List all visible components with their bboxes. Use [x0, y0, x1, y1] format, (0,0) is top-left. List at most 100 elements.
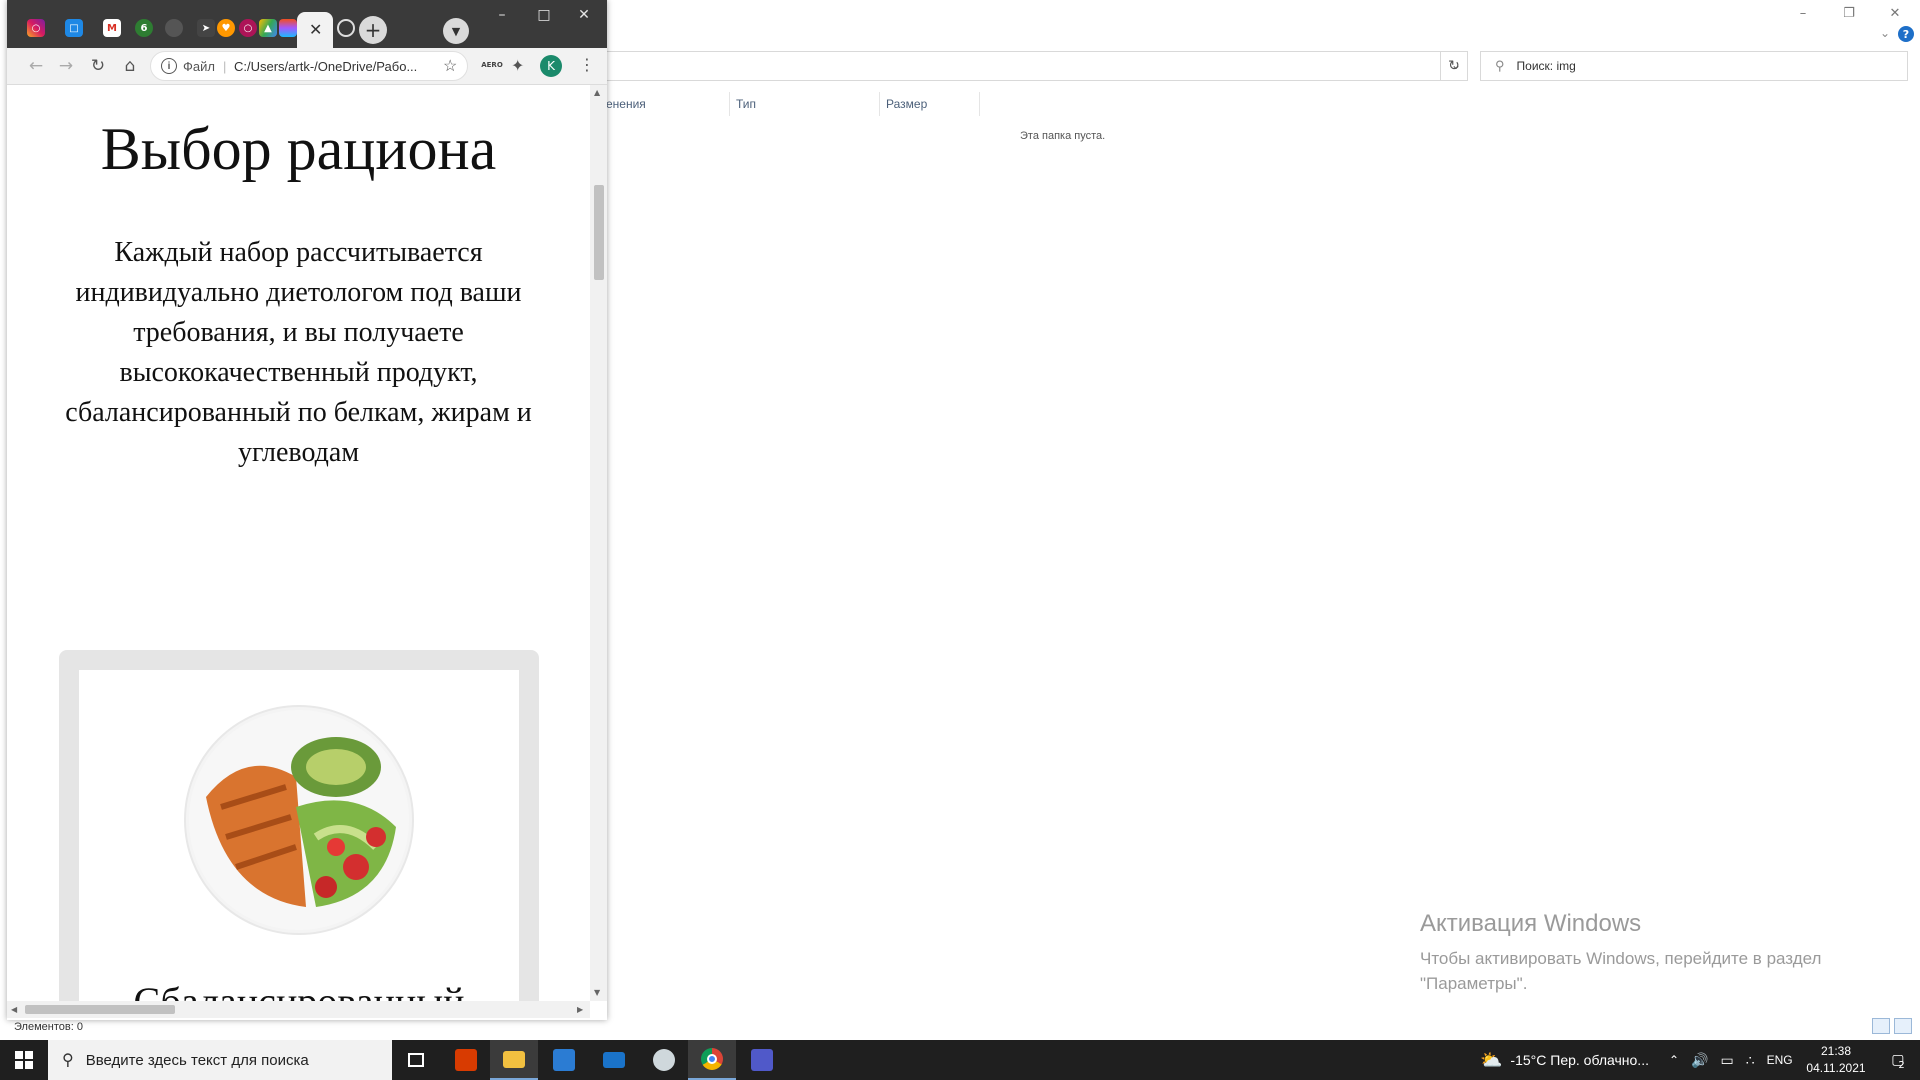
view-switcher: [1872, 1018, 1912, 1034]
page-description: Каждый набор рассчитывается индивидуальн…: [65, 237, 532, 468]
language-indicator[interactable]: ENG: [1767, 1053, 1793, 1067]
extension-aero-icon[interactable]: AERO: [481, 59, 503, 71]
chrome-app-button[interactable]: [688, 1040, 736, 1080]
teams-icon: [751, 1049, 773, 1071]
scroll-down-icon[interactable]: ▼: [594, 988, 600, 997]
scroll-up-icon[interactable]: ▲: [594, 88, 600, 97]
speaker-icon[interactable]: 🔊: [1691, 1052, 1708, 1069]
empty-folder-message: Эта папка пуста.: [1020, 130, 1106, 142]
task-view-button[interactable]: [392, 1040, 440, 1080]
windows-logo-icon: [15, 1051, 33, 1069]
system-tray: ⛅ -15°C Пер. облачно... ⌃ 🔊 ▭ ∴ ENG: [1480, 1040, 1793, 1080]
profile-avatar[interactable]: K: [540, 55, 562, 77]
store-app-button[interactable]: [540, 1040, 588, 1080]
tab-search-button[interactable]: ▼: [443, 18, 469, 44]
windows-taskbar: ⚲ Введите здесь текст для поиска ⛅ -15°C…: [0, 1040, 1920, 1080]
scroll-right-icon[interactable]: ▶: [577, 1005, 583, 1014]
tab-github-icon[interactable]: [337, 19, 355, 37]
back-button[interactable]: ←: [23, 53, 49, 79]
vertical-scrollbar[interactable]: ▲ ▼: [590, 85, 607, 1001]
column-header-type[interactable]: Тип: [730, 92, 880, 116]
tab-pink-icon[interactable]: ○: [239, 19, 257, 37]
file-explorer-app-button[interactable]: [490, 1040, 538, 1080]
taskbar-search-placeholder: Введите здесь текст для поиска: [85, 1051, 309, 1069]
tab-rocket-icon[interactable]: ➤: [197, 19, 215, 37]
explorer-search-placeholder: Поиск: img: [1516, 59, 1576, 73]
url-text[interactable]: C:/Users/artk-/OneDrive/Рабо...: [234, 59, 434, 74]
horizontal-scrollbar[interactable]: ◀ ▶: [7, 1001, 590, 1018]
tab-gmail-icon[interactable]: M: [103, 19, 121, 37]
site-info-icon[interactable]: i: [161, 58, 177, 74]
explorer-address-bar[interactable]: ⌄: [580, 51, 1468, 81]
weather-icon[interactable]: ⛅: [1480, 1050, 1502, 1071]
start-button[interactable]: [0, 1040, 48, 1080]
windows-activation-watermark: Активация Windows Чтобы активировать Win…: [1420, 910, 1880, 996]
explorer-restore-button[interactable]: ❐: [1826, 2, 1872, 24]
help-icon[interactable]: ?: [1898, 26, 1914, 42]
scroll-left-icon[interactable]: ◀: [11, 1005, 17, 1014]
chrome-close-button[interactable]: ✕: [567, 4, 601, 26]
page-title: Выбор рациона: [100, 116, 497, 182]
explorer-minimize-button[interactable]: –: [1780, 2, 1826, 24]
teams-app-button[interactable]: [738, 1040, 786, 1080]
tab-messenger-icon[interactable]: □: [65, 19, 83, 37]
tab-figma-icon[interactable]: [279, 19, 297, 37]
mail-app-button[interactable]: [590, 1040, 638, 1080]
tab-drive-icon[interactable]: ▲: [259, 19, 277, 37]
notification-count: 2: [1898, 1059, 1905, 1071]
tiles-view-button[interactable]: [1894, 1018, 1912, 1034]
url-scheme-label: Файл: [183, 59, 215, 74]
office-icon: [455, 1049, 477, 1071]
bookmark-star-icon[interactable]: ☆: [443, 56, 457, 76]
ribbon-expand-icon[interactable]: ⌄: [1880, 26, 1890, 40]
tab-close-icon[interactable]: ✕: [309, 20, 322, 39]
weather-app-button[interactable]: [640, 1040, 688, 1080]
activation-subtitle: Чтобы активировать Windows, перейдите в …: [1420, 949, 1822, 993]
extensions-puzzle-icon[interactable]: ✦: [511, 56, 524, 75]
chrome-menu-icon[interactable]: ⋮: [579, 55, 595, 74]
clock-date: 04.11.2021: [1806, 1061, 1866, 1075]
chrome-maximize-button[interactable]: □: [527, 4, 561, 26]
forward-button[interactable]: →: [53, 53, 79, 79]
column-header-size[interactable]: Размер: [880, 92, 980, 116]
explorer-search-input[interactable]: ⚲ Поиск: img: [1480, 51, 1908, 81]
wifi-icon[interactable]: ∴: [1746, 1052, 1755, 1069]
tray-expand-icon[interactable]: ⌃: [1669, 1053, 1679, 1067]
food-plate-image: [184, 705, 414, 935]
search-icon: ⚲: [62, 1052, 74, 1069]
diet-card-title: Сбалансированный: [79, 978, 519, 1001]
horizontal-scroll-thumb[interactable]: [25, 1005, 175, 1014]
status-bar-count: Элементов: 0: [14, 1021, 83, 1033]
task-view-icon: [408, 1053, 424, 1067]
details-view-button[interactable]: [1872, 1018, 1890, 1034]
tab-green-icon[interactable]: 6: [135, 19, 153, 37]
new-tab-button[interactable]: +: [359, 16, 387, 44]
tab-grey-icon[interactable]: [165, 19, 183, 37]
column-header-modified[interactable]: енения: [600, 92, 730, 116]
diet-card-content: Сбалансированный: [79, 670, 519, 1001]
refresh-button[interactable]: ↻: [1440, 51, 1468, 81]
vertical-scroll-thumb[interactable]: [594, 185, 604, 280]
address-bar[interactable]: i Файл | C:/Users/artk-/OneDrive/Рабо...…: [150, 51, 468, 81]
tab-heart-icon[interactable]: ♥: [217, 19, 235, 37]
diet-card[interactable]: Сбалансированный: [59, 650, 539, 1001]
clock[interactable]: 21:38 04.11.2021: [1796, 1043, 1876, 1077]
active-tab[interactable]: ✕: [297, 12, 333, 48]
browser-toolbar: ← → ↻ ⌂ i Файл | C:/Users/artk-/OneDrive…: [7, 48, 607, 85]
battery-icon[interactable]: ▭: [1720, 1052, 1733, 1069]
taskbar-search-input[interactable]: ⚲ Введите здесь текст для поиска: [48, 1040, 392, 1080]
reload-button[interactable]: ↻: [85, 53, 111, 79]
tab-instagram-icon[interactable]: ○: [27, 19, 45, 37]
tab-strip: ○ □ M 6 ➤ ♥ ○ ▲ ✕ + ▼ – □ ✕: [7, 0, 607, 48]
office-app-button[interactable]: [442, 1040, 490, 1080]
chrome-minimize-button[interactable]: –: [485, 4, 519, 26]
explorer-close-button[interactable]: ✕: [1872, 2, 1918, 24]
activation-title: Активация Windows: [1420, 910, 1642, 937]
notifications-button[interactable]: ▢ 2: [1876, 1040, 1920, 1080]
mail-icon: [603, 1052, 625, 1068]
home-button[interactable]: ⌂: [117, 53, 143, 79]
page-viewport: Выбор рациона Каждый набор рассчитываетс…: [7, 85, 590, 1001]
cloud-app-icon: [653, 1049, 675, 1071]
clock-time: 21:38: [1820, 1044, 1852, 1058]
weather-text[interactable]: -15°C Пер. облачно...: [1510, 1052, 1649, 1068]
